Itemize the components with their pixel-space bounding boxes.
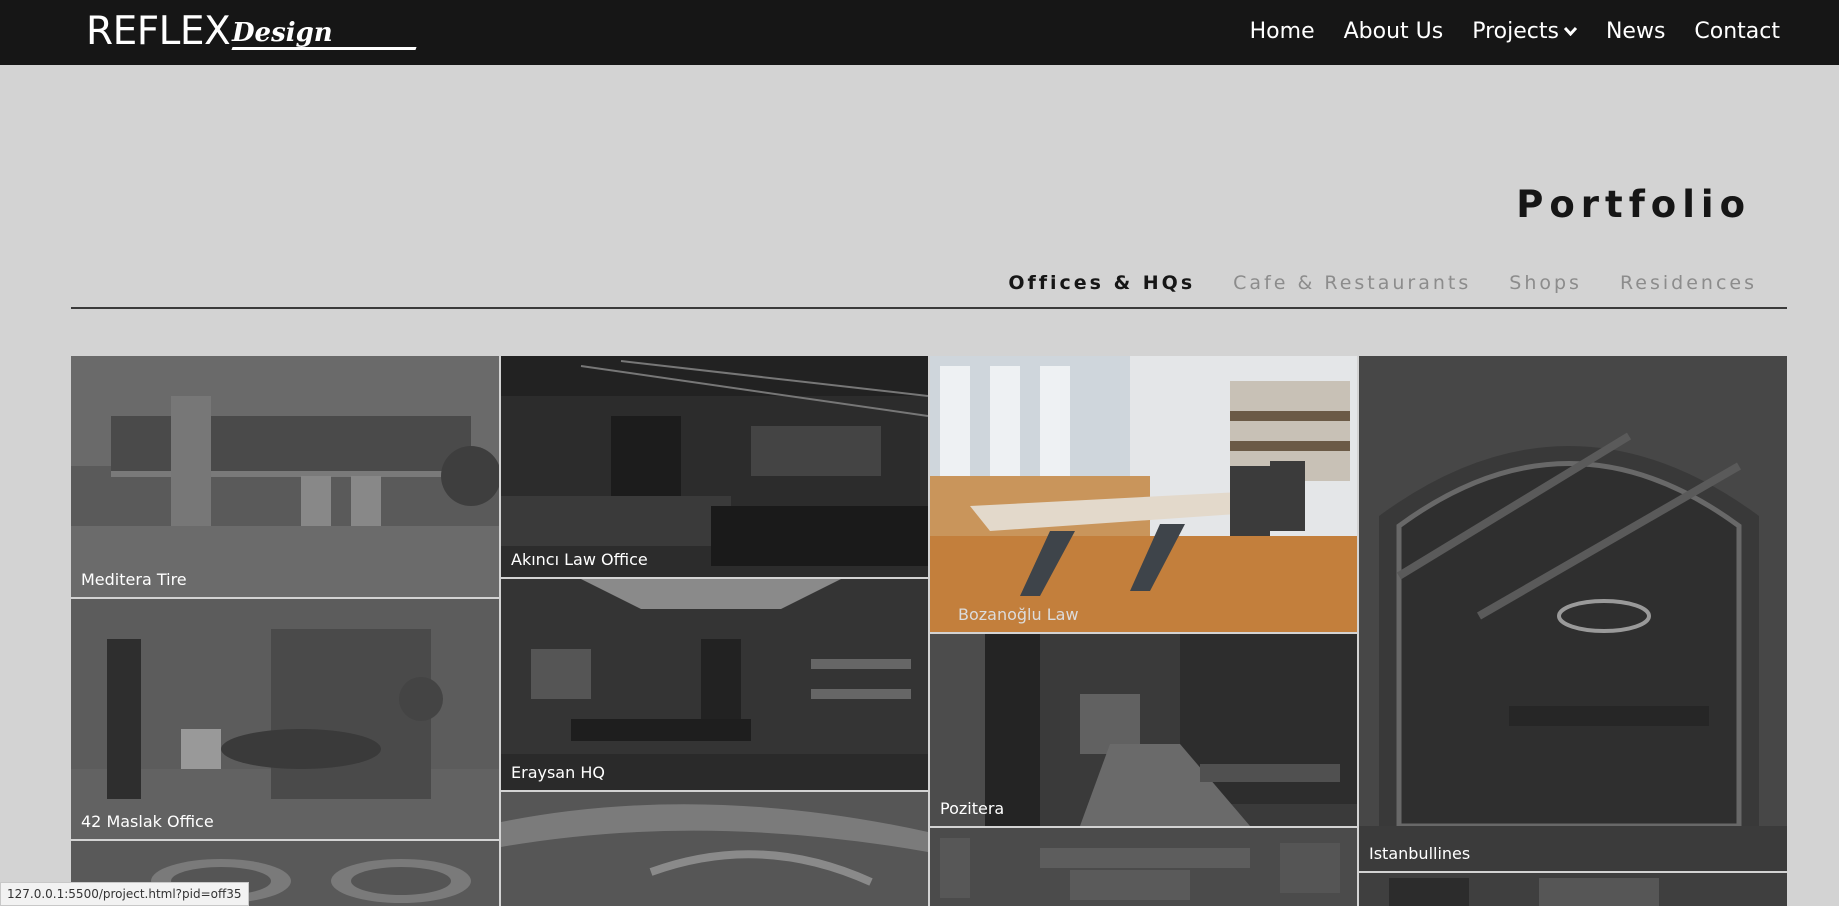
logo-underline xyxy=(231,47,417,50)
project-tile-42-maslak-office[interactable]: 42 Maslak Office xyxy=(71,599,499,839)
chevron-down-icon xyxy=(1563,26,1577,36)
project-tile-eraysan-hq[interactable]: Eraysan HQ xyxy=(501,579,928,790)
project-tile-istanbullines[interactable]: Istanbullines xyxy=(1359,356,1787,871)
nav-home-link[interactable]: Home xyxy=(1250,19,1315,44)
project-caption: Eraysan HQ xyxy=(511,763,605,782)
nav-about-link[interactable]: About Us xyxy=(1344,19,1444,44)
project-image xyxy=(501,579,928,790)
project-caption: Akıncı Law Office xyxy=(511,550,648,569)
nav-contact-link[interactable]: Contact xyxy=(1694,19,1780,44)
tab-residences[interactable]: Residences xyxy=(1620,272,1757,294)
project-image xyxy=(1359,356,1787,871)
project-tile[interactable] xyxy=(930,828,1357,906)
project-image xyxy=(930,634,1357,826)
project-caption: Meditera Tire xyxy=(81,570,187,589)
project-tile[interactable] xyxy=(1359,873,1787,906)
project-image xyxy=(501,792,928,906)
top-navigation-bar: REFLEX Design Home About Us Projects New… xyxy=(0,0,1839,65)
project-tile[interactable] xyxy=(501,792,928,906)
project-tile-pozitera[interactable]: Pozitera xyxy=(930,634,1357,826)
main-nav: Home About Us Projects News Contact xyxy=(1250,0,1780,62)
project-image xyxy=(501,356,928,577)
project-caption: 42 Maslak Office xyxy=(81,812,214,831)
reflex-design-logo[interactable]: REFLEX Design xyxy=(86,9,417,54)
project-tile-meditera-tire[interactable]: Meditera Tire xyxy=(71,356,499,597)
status-bar-url: 127.0.0.1:5500/project.html?pid=off35 xyxy=(0,882,249,906)
logo-design-text: Design xyxy=(232,18,333,48)
project-image xyxy=(1359,873,1787,906)
nav-news-link[interactable]: News xyxy=(1606,19,1665,44)
nav-projects-label: Projects xyxy=(1472,18,1559,44)
project-tile-akinci-law-office[interactable]: Akıncı Law Office xyxy=(501,356,928,577)
page-title: Portfolio xyxy=(1516,183,1751,226)
project-image xyxy=(71,356,499,597)
logo-reflex-text: REFLEX xyxy=(86,9,231,54)
tabs-divider xyxy=(71,307,1787,309)
project-image xyxy=(930,356,1357,632)
nav-projects-dropdown[interactable]: Projects xyxy=(1472,19,1577,44)
tab-cafe-restaurants[interactable]: Cafe & Restaurants xyxy=(1233,272,1471,294)
project-caption: Pozitera xyxy=(940,799,1005,818)
category-tabs: Offices & HQs Cafe & Restaurants Shops R… xyxy=(1008,272,1757,294)
project-tile-bozanoglu-law[interactable]: Bozanoğlu Law xyxy=(930,356,1357,632)
project-image xyxy=(71,599,499,839)
tab-offices-hqs[interactable]: Offices & HQs xyxy=(1008,272,1195,294)
tab-shops[interactable]: Shops xyxy=(1509,272,1582,294)
project-image xyxy=(930,828,1357,906)
project-caption: Bozanoğlu Law xyxy=(958,605,1079,624)
project-caption: Istanbullines xyxy=(1369,844,1471,863)
